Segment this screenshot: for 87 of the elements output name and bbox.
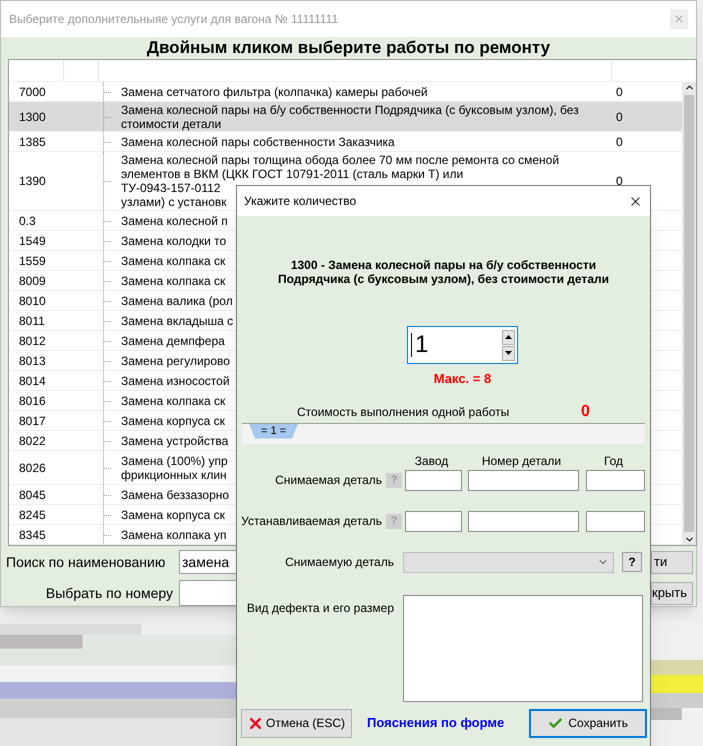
cost-label: Стоимость выполнения одной работы xyxy=(297,404,510,420)
cell-text-line: Замена колесной п xyxy=(121,214,228,228)
code-cell-text: 1549 xyxy=(18,234,47,248)
cell-text-line: узлами) с установк xyxy=(121,195,226,209)
number-label: Выбрать по номеру xyxy=(44,584,174,603)
code-cell-text: 8010 xyxy=(18,294,47,308)
cell-text-line: Замена колпака уп xyxy=(121,528,226,542)
cell-text-line: Замена колесной пары толщина обода более 70 мм после ремонта со сменой xyxy=(121,153,560,167)
blurred-area xyxy=(650,660,703,720)
heading: Двойным кликом выберите работы по ремонту xyxy=(146,37,550,60)
cell-text-line: Замена колпака ск xyxy=(121,254,226,268)
column-header: Номер детали xyxy=(480,452,562,466)
select-label: Снимаемую деталь xyxy=(284,554,395,571)
up-arrow-icon xyxy=(505,335,512,339)
help-link[interactable]: Пояснения по форме xyxy=(367,713,504,733)
cell-text-line: Замена колпака ск xyxy=(121,274,226,288)
cell-text-line: фрикционных клин xyxy=(121,468,227,482)
cell-text-line: Замена корпуса ск xyxy=(121,508,225,522)
defect-field[interactable] xyxy=(403,594,643,702)
column-header: Завод xyxy=(414,452,450,466)
code-cell-text: 8014 xyxy=(18,374,47,388)
code-cell-text: 7000 xyxy=(18,84,47,98)
cell-text-line: Замена устройства xyxy=(121,434,228,448)
cell-text-line: Замена колесной пары на б/у собственности Подрядчика (с буксовым узлом), без xyxy=(121,102,579,116)
search-label: Поиск по наименованию xyxy=(6,552,166,572)
work-title: 1300 - Замена колесной пары на б/у собственности Подрядчика (с буксовым узлом), без стоимости детали xyxy=(276,258,610,286)
save-button[interactable]: Сохранить xyxy=(529,708,648,738)
decrement-button[interactable] xyxy=(502,346,515,360)
year-field[interactable] xyxy=(586,510,645,532)
increment-button[interactable] xyxy=(502,330,515,344)
code-cell-text: 8013 xyxy=(18,354,47,368)
down-arrow-icon xyxy=(505,351,512,355)
code-cell-text: 1300 xyxy=(18,110,47,124)
plant-field[interactable] xyxy=(405,510,462,532)
code-cell-text: 8345 xyxy=(18,528,47,542)
tab[interactable]: = 1 = xyxy=(249,424,298,438)
code-cell-text: 8026 xyxy=(18,460,47,474)
code-cell-text: 1390 xyxy=(18,174,47,188)
code-cell-text: 8011 xyxy=(18,314,46,328)
cancel-button[interactable]: Отмена (ESC) xyxy=(241,708,352,738)
close-button[interactable]: крыть xyxy=(651,582,693,604)
plant-field[interactable] xyxy=(405,470,462,490)
code-cell-text: 8245 xyxy=(18,508,47,522)
cell-text-line: Замена колодки то xyxy=(121,234,226,248)
cell-text-line: Замена колпака ск xyxy=(121,394,226,408)
cost-value: 0 xyxy=(581,402,590,422)
cell-text-line: Замена вкладыша с xyxy=(121,314,234,328)
cell-text-line: Замена валика (рол xyxy=(121,294,233,308)
code-cell-text: 8012 xyxy=(18,334,47,348)
window-title: Выберите дополнительныяе услуги для вагона № 11111111 xyxy=(9,11,340,28)
cell-text-line: стоимости детали xyxy=(121,116,222,130)
cell-text-line: Замена регулирово xyxy=(121,354,230,368)
cell-text-line: ТУ-0943-157-0112 xyxy=(121,181,220,195)
cell-text-line: Замена износостой xyxy=(121,374,230,388)
cell-text-line: элементов в ВКМ (ЦКК ГОСТ 10791-2011 (сталь марки Т) или xyxy=(121,167,464,181)
cell-text-line: Замена корпуса ск xyxy=(121,414,225,428)
column-header: Год xyxy=(602,452,624,466)
part-label: Снимаемая деталь xyxy=(274,472,383,489)
max-label: Макс. = 8 xyxy=(434,370,492,388)
cell-text-line: Замена демпфера xyxy=(121,334,225,348)
close-icon xyxy=(673,13,685,25)
part-number-field[interactable] xyxy=(468,470,579,490)
code-cell-text: 0.3 xyxy=(18,214,37,228)
part-number-field[interactable] xyxy=(468,510,579,532)
cell-text-line: Замена беззазорно xyxy=(121,488,230,502)
code-cell-text: 1559 xyxy=(18,254,47,268)
count-cell: 0 xyxy=(616,84,623,98)
cell-text-line: Замена (100%) упр xyxy=(121,454,228,468)
find-button[interactable]: ти xyxy=(651,550,693,574)
check-icon xyxy=(548,716,564,730)
count-cell: 0 xyxy=(616,110,623,124)
quantity-spinner[interactable]: 1 xyxy=(407,326,518,364)
cell-text-line: Замена колесной пары собственности Заказчика xyxy=(121,134,395,148)
code-cell-text: 8017 xyxy=(18,414,47,428)
part-label: Устанавливаемая деталь xyxy=(240,513,383,530)
code-cell-text: 8022 xyxy=(18,434,47,448)
count-cell: 0 xyxy=(616,174,623,188)
defect-label: Вид дефекта и его размер xyxy=(246,600,395,616)
year-field[interactable] xyxy=(586,470,645,490)
code-cell-text: 8045 xyxy=(18,488,47,502)
scrollbar[interactable] xyxy=(682,82,696,545)
code-cell-text: 8009 xyxy=(18,274,47,288)
count-cell: 0 xyxy=(616,134,623,148)
code-cell-text: 1385 xyxy=(18,134,47,148)
cell-text-line: Замена сетчатого фильтра (колпачка) камеры рабочей xyxy=(121,84,428,98)
dialog-title: Укажите количество xyxy=(244,193,358,210)
code-cell-text: 8016 xyxy=(18,394,47,408)
